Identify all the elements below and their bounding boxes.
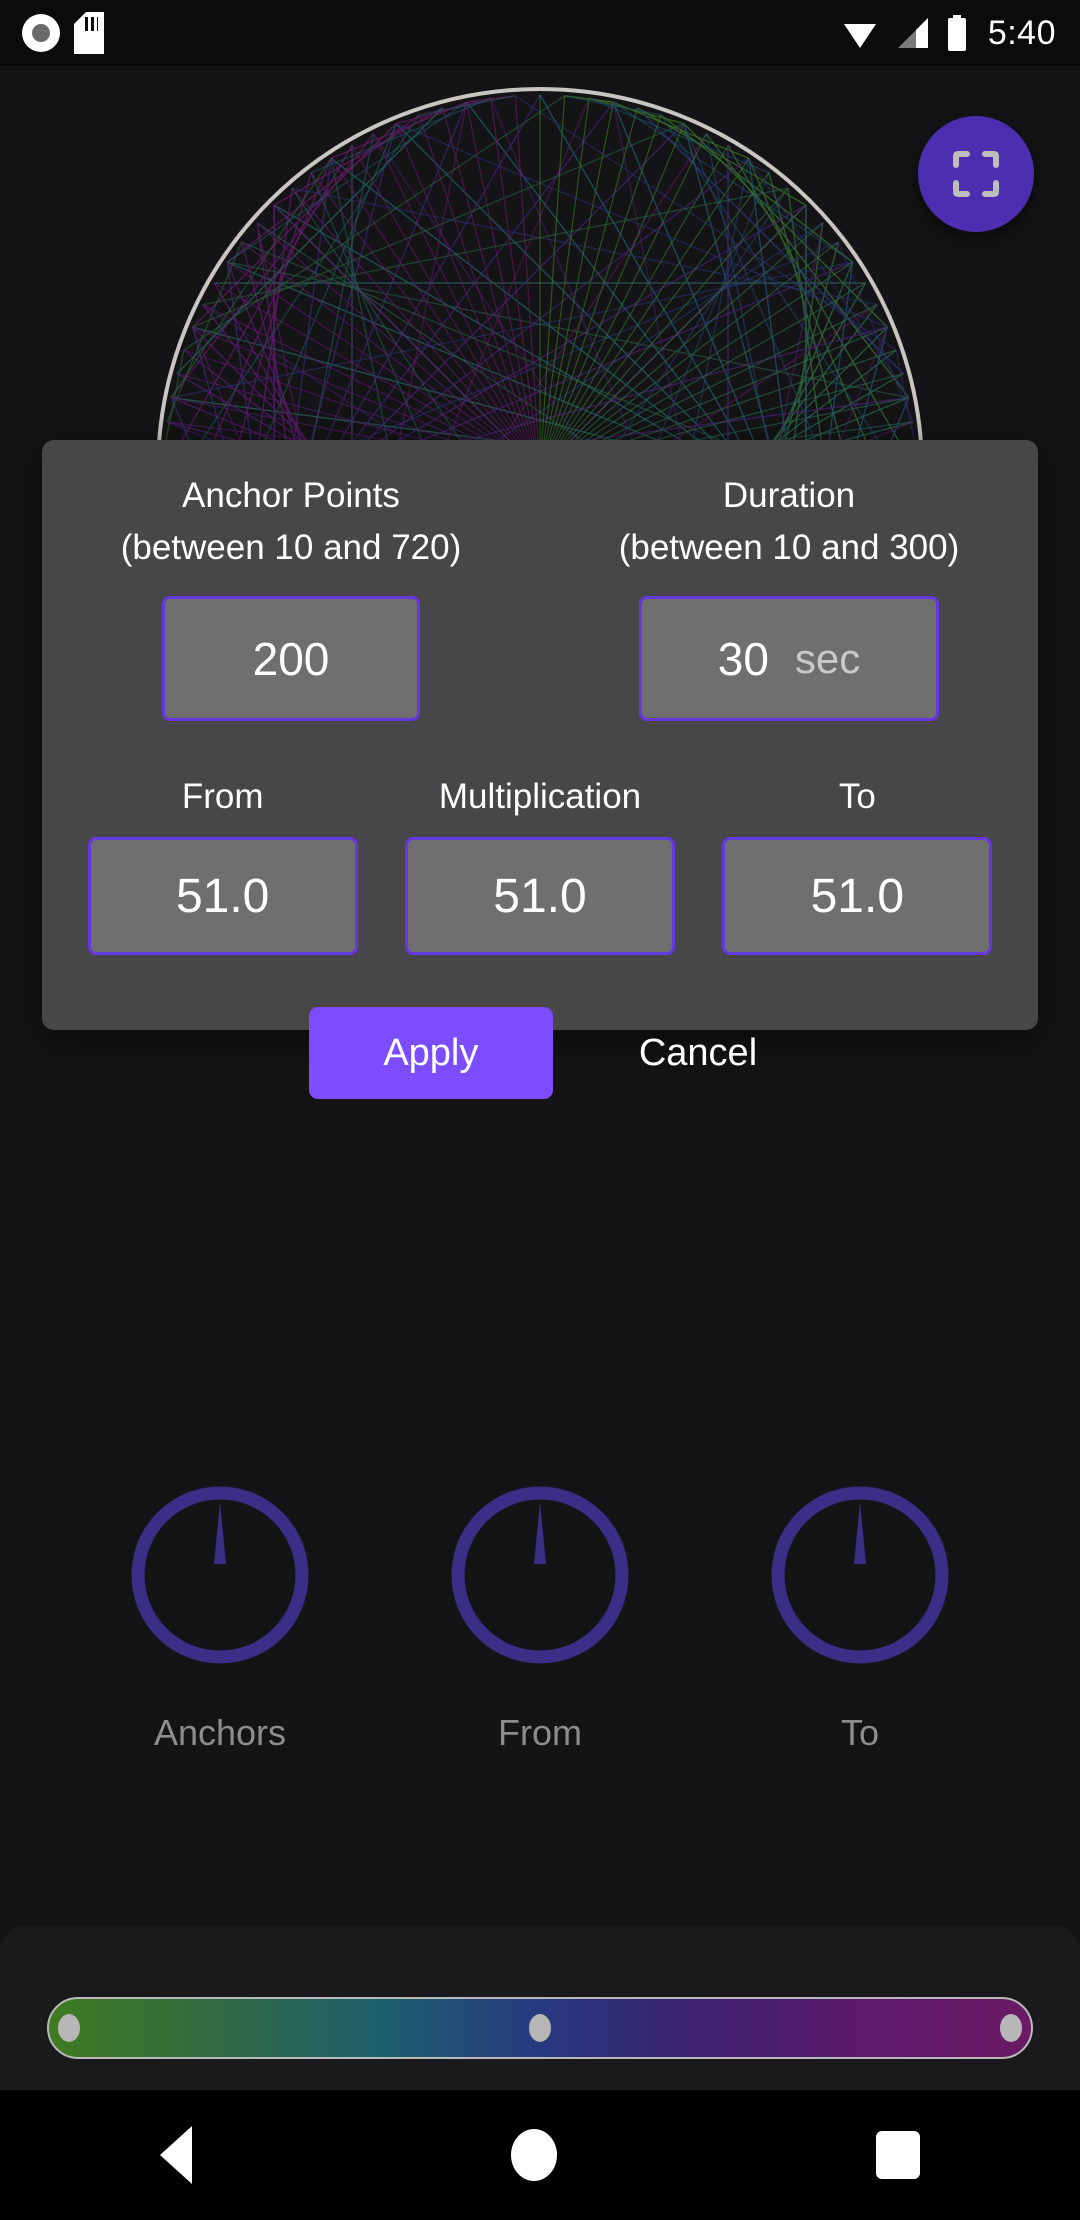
to-group: To 51.0 [699,777,1016,955]
knob-to[interactable]: To [745,1480,975,1754]
fullscreen-icon [953,151,999,197]
anchor-points-value: 200 [252,632,330,685]
apply-button[interactable]: Apply [308,1007,553,1099]
dialog-top-row: Anchor Points (between 10 and 720) 200 D… [42,470,1038,721]
duration-range: (between 10 and 300) [618,528,960,567]
back-icon[interactable] [159,2126,192,2184]
to-input[interactable]: 51.0 [722,837,993,955]
home-icon[interactable] [510,2129,557,2181]
multiplication-group: Multiplication 51.0 [381,777,698,955]
status-bar-left-icons [22,12,104,54]
from-group: From 51.0 [64,777,381,955]
knob-row: Anchors From To [0,1480,1080,1754]
gradient-color-slider[interactable] [47,1997,1033,2059]
slider-handle-start[interactable] [57,2014,80,2042]
status-bar-right-icons: 5:40 [840,14,1056,53]
anchor-points-title: Anchor Points [182,476,400,515]
multiplication-input[interactable]: 51.0 [404,837,675,955]
battery-icon [947,15,966,51]
android-navigation-bar [0,2090,1080,2220]
duration-group: Duration (between 10 and 300) 30 sec [540,470,1038,721]
settings-dialog: Anchor Points (between 10 and 720) 200 D… [42,440,1038,1099]
cancel-button[interactable]: Cancel [625,1007,771,1099]
anchor-points-label: Anchor Points (between 10 and 720) [121,470,462,574]
fullscreen-button[interactable] [918,116,1034,232]
knob-dial-icon[interactable] [765,1480,955,1670]
to-value: 51.0 [810,869,905,923]
duration-title: Duration [722,476,856,515]
knob-label: Anchors [153,1712,287,1753]
dialog-button-row: Apply Cancel [42,1007,1038,1099]
multiplication-label: Multiplication [438,777,642,816]
recents-icon[interactable] [876,2131,921,2179]
knob-from[interactable]: From [425,1480,655,1754]
slider-handle-end[interactable] [1000,2014,1023,2042]
knob-dial-icon[interactable] [445,1480,635,1670]
knob-label: From [498,1712,582,1753]
duration-unit: sec [794,634,861,682]
status-bar-clock: 5:40 [987,13,1056,52]
to-label: To [838,777,876,816]
sd-card-icon [74,12,104,54]
duration-label: Duration (between 10 and 300) [619,470,960,574]
from-value: 51.0 [175,869,270,923]
knob-anchors[interactable]: Anchors [105,1480,335,1754]
wifi-icon [843,24,876,48]
from-input[interactable]: 51.0 [87,837,358,955]
from-label: From [181,777,264,816]
slider-handle-middle[interactable] [529,2014,551,2042]
multiplication-value: 51.0 [493,869,587,923]
anchor-points-input[interactable]: 200 [162,596,420,721]
dialog-values-row: From 51.0 Multiplication 51.0 To 51.0 [42,777,1038,955]
anchor-points-range: (between 10 and 720) [120,528,462,567]
status-bar: 5:40 [0,0,1080,66]
cellular-signal-icon [897,18,928,48]
duration-value: 30 [717,632,769,685]
screen-record-icon [22,14,60,52]
knob-dial-icon[interactable] [125,1480,315,1670]
anchor-points-group: Anchor Points (between 10 and 720) 200 [42,470,540,721]
duration-input[interactable]: 30 sec [639,596,939,721]
phone-screen: 5:40 Anchors From To Anchor Points (betw… [0,0,1080,2220]
knob-label: To [840,1712,880,1753]
